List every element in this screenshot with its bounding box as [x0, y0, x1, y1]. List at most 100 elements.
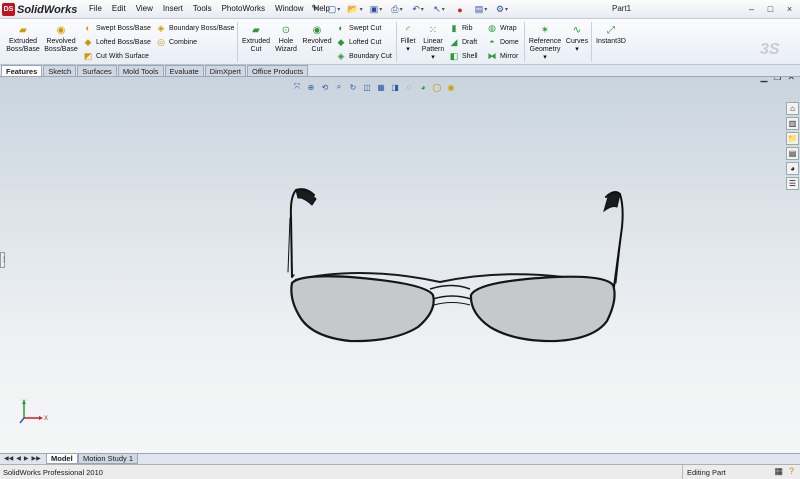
mirror-label: Mirror — [500, 52, 519, 60]
extruded-cut-button[interactable]: ▰ Extruded Cut — [240, 25, 272, 54]
curves-dropdown-icon[interactable]: ▾ — [575, 46, 579, 54]
prev-tab-icon[interactable]: ◀ — [16, 455, 21, 462]
maximize-button[interactable]: □ — [762, 2, 779, 15]
menu-bar: File Edit View Insert Tools PhotoWorks W… — [84, 3, 335, 14]
cut-with-surface-icon: ◩ — [83, 50, 93, 61]
reference-geometry-dropdown-icon[interactable]: ▾ — [543, 54, 547, 62]
product-name: SolidWorks Professional 2010 — [3, 468, 103, 477]
extruded-boss-button[interactable]: ▰ Extruded Boss/Base — [6, 25, 40, 54]
boundary-boss-button[interactable]: ◈ Boundary Boss/Base — [156, 22, 235, 33]
instant3d-button[interactable]: ⤢ Instant3D — [594, 25, 628, 46]
menu-view[interactable]: View — [131, 3, 158, 14]
options-icon[interactable]: ⚙ — [492, 2, 512, 17]
pin-menu-icon[interactable]: ✎ — [309, 3, 321, 15]
revolved-boss-button[interactable]: ◉ Revolved Boss/Base — [43, 25, 79, 54]
swept-cut-icon: ◐ — [338, 23, 344, 33]
window-controls: – □ × — [743, 2, 798, 15]
fillet-label: Fillet — [400, 38, 416, 45]
combine-label: Combine — [169, 38, 198, 46]
menu-file[interactable]: File — [84, 3, 107, 14]
open-icon[interactable]: 📂 — [345, 2, 365, 17]
mirror-button[interactable]: ⧓ Mirror — [487, 50, 519, 61]
revolved-cut-label: Revolved Cut — [302, 38, 332, 53]
fillet-dropdown-icon[interactable]: ▾ — [406, 46, 410, 54]
solidworks-logo-icon: DS — [2, 3, 15, 16]
boundary-cut-button[interactable]: ◈ Boundary Cut — [336, 51, 392, 61]
tab-model[interactable]: Model — [46, 454, 78, 464]
graphics-area[interactable]: ⤧ ⊕ ⟲ ⌕ ↻ ◫ ▦ ◨ ◌ ◕ ◯ ◉ ▁ ❐ ✕ ⌂ ▥ 📁 ▤ ◕ … — [0, 77, 800, 453]
draft-label: Draft — [462, 38, 478, 46]
print-icon[interactable]: ⎙ — [387, 2, 407, 17]
mirror-icon: ⧓ — [487, 50, 497, 61]
rebuild-icon[interactable]: ● — [450, 2, 470, 17]
revolved-boss-icon: ◉ — [56, 25, 66, 36]
ribbon-separator — [396, 22, 397, 62]
linear-pattern-icon: ⁙ — [428, 25, 438, 36]
extruded-cut-icon: ▰ — [252, 25, 260, 36]
revolved-cut-button[interactable]: ◉ Revolved Cut — [301, 25, 333, 54]
tab-motion-study-1[interactable]: Motion Study 1 — [78, 454, 139, 464]
tab-surfaces[interactable]: Surfaces — [77, 65, 117, 76]
new-document-icon[interactable]: ▢ — [324, 2, 344, 17]
swept-boss-icon: ◐ — [85, 23, 91, 33]
combine-icon: ◎ — [157, 36, 165, 47]
lofted-boss-button[interactable]: ◆ Lofted Boss/Base — [83, 37, 151, 47]
wrap-button[interactable]: ◍ Wrap — [487, 23, 517, 33]
shell-button[interactable]: ◧ Shell — [449, 51, 478, 61]
ribbon-separator — [591, 22, 592, 62]
edit-mode-status: Editing Part — [682, 465, 742, 479]
triad-y-label: Y — [22, 400, 26, 406]
rib-icon: ▮ — [451, 22, 457, 33]
tab-sketch[interactable]: Sketch — [43, 65, 77, 76]
menu-tools[interactable]: Tools — [188, 3, 217, 14]
cut-with-surface-button[interactable]: ◩ Cut With Surface — [83, 51, 149, 61]
lofted-cut-button[interactable]: ◆ Lofted Cut — [336, 37, 382, 47]
swept-boss-label: Swept Boss/Base — [96, 24, 151, 32]
left-lens — [290, 275, 435, 343]
boundary-boss-label: Boundary Boss/Base — [169, 24, 235, 32]
help-icon[interactable]: ? — [789, 466, 794, 477]
combine-button[interactable]: ◎ Combine — [156, 37, 197, 47]
tab-features[interactable]: Features — [1, 65, 43, 76]
boundary-boss-icon: ◈ — [157, 22, 165, 33]
file-properties-icon[interactable]: ▤ — [471, 2, 491, 17]
tab-evaluate[interactable]: Evaluate — [164, 65, 204, 76]
close-button[interactable]: × — [781, 2, 798, 15]
status-icons: ▦ ? — [774, 466, 794, 477]
tab-dimxpert[interactable]: DimXpert — [204, 65, 246, 76]
dome-label: Dome — [500, 38, 519, 46]
dome-button[interactable]: ◓ Dome — [487, 37, 519, 47]
ribbon-separator — [237, 22, 238, 62]
draft-button[interactable]: ◢ Draft — [449, 37, 478, 47]
revolved-cut-icon: ◉ — [312, 25, 322, 36]
reference-geometry-button[interactable]: ✶ Reference Geometry ▾ — [527, 25, 563, 62]
next-tab-icon[interactable]: ▶ — [24, 455, 29, 462]
swept-cut-button[interactable]: ◐ Swept Cut — [336, 23, 381, 33]
undo-icon[interactable]: ↶ — [408, 2, 428, 17]
select-icon[interactable]: ↖ — [429, 2, 449, 17]
linear-pattern-button[interactable]: ⁙ Linear Pattern ▾ — [420, 25, 446, 62]
command-manager: ▰ Extruded Boss/Base ◉ Revolved Boss/Bas… — [0, 19, 800, 65]
tab-mold-tools[interactable]: Mold Tools — [117, 65, 164, 76]
hole-wizard-button[interactable]: ⊙ Hole Wizard — [272, 25, 300, 54]
menu-photoworks[interactable]: PhotoWorks — [217, 3, 270, 14]
ribbon-separator — [524, 22, 525, 62]
curves-button[interactable]: ∿ Curves ▾ — [565, 25, 589, 54]
minimize-button[interactable]: – — [743, 2, 760, 15]
menu-window[interactable]: Window — [270, 3, 308, 14]
menu-edit[interactable]: Edit — [107, 3, 131, 14]
sunglasses-model[interactable] — [0, 77, 800, 453]
units-icon[interactable]: ▦ — [774, 466, 783, 477]
left-temple-tip — [295, 189, 317, 206]
save-icon[interactable]: ▣ — [366, 2, 386, 17]
menu-insert[interactable]: Insert — [158, 3, 188, 14]
solidworks-logo[interactable]: DS SolidWorks — [2, 2, 84, 17]
quick-access-toolbar: ▢ 📂 ▣ ⎙ ↶ ↖ ● ▤ ⚙ — [324, 2, 512, 17]
last-tab-icon[interactable]: ▶▶ — [31, 455, 40, 462]
swept-boss-button[interactable]: ◐ Swept Boss/Base — [83, 23, 151, 33]
tab-office-products[interactable]: Office Products — [246, 65, 309, 76]
fillet-button[interactable]: ◜ Fillet ▾ — [398, 25, 418, 54]
first-tab-icon[interactable]: ◀◀ — [4, 455, 13, 462]
linear-pattern-dropdown-icon[interactable]: ▾ — [431, 54, 435, 62]
rib-button[interactable]: ▮ Rib — [449, 23, 473, 33]
